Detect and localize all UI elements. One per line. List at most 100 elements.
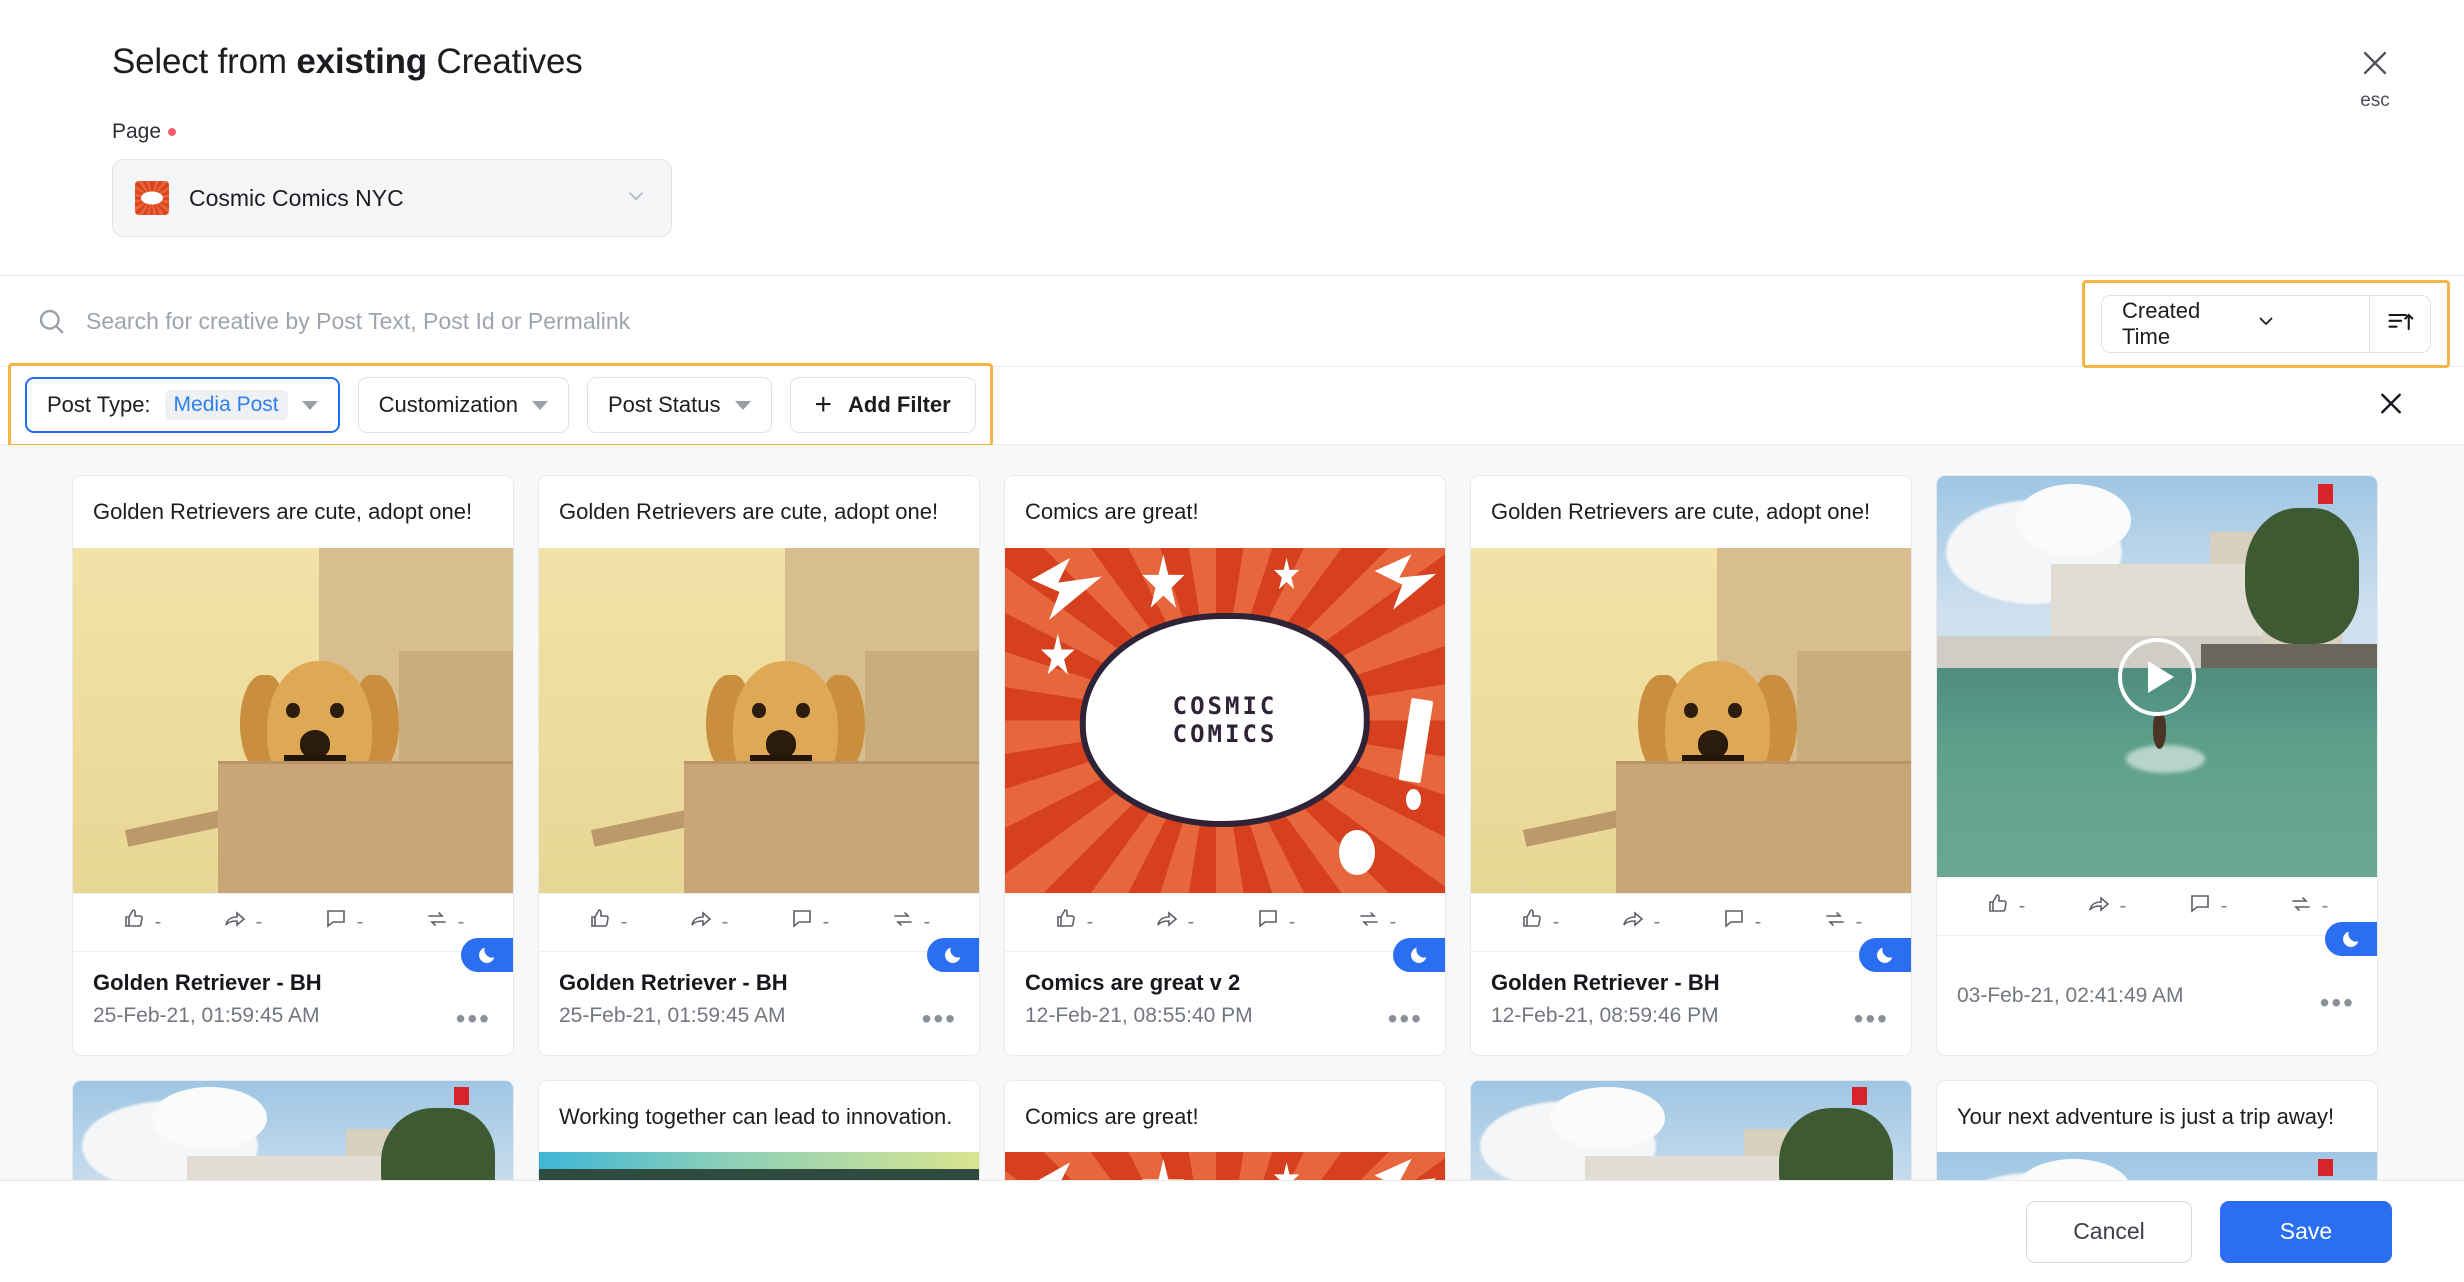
stat-comments: -: [324, 907, 363, 937]
cancel-button[interactable]: Cancel: [2026, 1200, 2192, 1263]
scheduled-badge: [2325, 922, 2377, 956]
creative-more-menu-button[interactable]: •••: [2320, 989, 2355, 1017]
filter-customization-label: Customization: [378, 392, 518, 417]
close-modal-button[interactable]: esc: [2358, 46, 2392, 112]
creative-footer: Golden Retriever - BH 12-Feb-21, 08:59:4…: [1471, 937, 1911, 1055]
dog-image: [1471, 547, 1911, 893]
filter-customization[interactable]: Customization: [357, 377, 569, 433]
stat-likes-value: -: [1552, 910, 1560, 933]
creative-footer: Golden Retriever - BH 25-Feb-21, 01:59:4…: [539, 937, 979, 1055]
creative-post-text: Working together can lead to innovation.: [559, 1103, 953, 1129]
stat-shares: -: [1155, 907, 1194, 937]
chevron-down-icon: [2254, 309, 2352, 339]
dog-image: [539, 547, 979, 893]
creative-card[interactable]: Golden Retrievers are cute, adopt one! -: [1470, 475, 1912, 1056]
add-filter-label: Add Filter: [848, 392, 951, 417]
page-title: Select from existing Creatives: [112, 42, 2464, 82]
share-icon: [223, 907, 247, 937]
stat-reposts: -: [1823, 907, 1862, 937]
title-post: Creatives: [427, 42, 583, 81]
stat-reposts-value: -: [2321, 895, 2329, 917]
stat-comments-value: -: [2220, 895, 2228, 917]
creative-name: Golden Retriever - BH: [93, 969, 322, 995]
sort-field-select[interactable]: Created Time: [2101, 295, 2369, 353]
thumbs-up-icon: [1986, 892, 2010, 922]
search-input[interactable]: [86, 307, 1686, 335]
creative-card[interactable]: Golden Retrievers are cute, adopt one! -: [538, 475, 980, 1056]
creative-more-menu-button[interactable]: •••: [922, 1004, 957, 1033]
creative-card[interactable]: Comics are great! COSMIC COMICS: [1004, 475, 1446, 1056]
sort-direction-button[interactable]: [2369, 295, 2431, 353]
creative-stats: - - - -: [1937, 877, 2377, 935]
chevron-down-icon: [623, 183, 649, 214]
creative-more-menu-button[interactable]: •••: [1854, 1004, 1889, 1033]
creative-footer: Comics are great v 2 12-Feb-21, 08:55:40…: [1005, 937, 1445, 1055]
comment-icon: [324, 907, 348, 937]
plus-icon: +: [814, 388, 833, 421]
stat-likes-value: -: [2018, 895, 2026, 917]
scheduled-badge: [461, 937, 513, 972]
search-bar: Created Time: [0, 275, 2464, 368]
creative-stats: - - - -: [1005, 892, 1445, 951]
repost-icon: [1357, 907, 1381, 937]
add-filter-button[interactable]: + Add Filter: [789, 377, 976, 433]
stat-shares-value: -: [1653, 910, 1661, 933]
stat-reposts: -: [425, 907, 464, 937]
sort-field-value: Created Time: [2122, 298, 2201, 349]
stat-likes: -: [1986, 892, 2026, 922]
thumbs-up-icon: [122, 907, 146, 937]
creatives-grid-area: Golden Retrievers are cute, adopt one! -: [0, 445, 2464, 1282]
modal-footer: Cancel Save: [0, 1180, 2464, 1282]
stat-comments: -: [2188, 892, 2228, 922]
share-icon: [1155, 907, 1179, 937]
creative-post-text: Your next adventure is just a trip away!: [1957, 1103, 2335, 1129]
creative-card[interactable]: Golden Retrievers are cute, adopt one! -: [72, 475, 514, 1056]
filter-post-type-value: Media Post: [164, 390, 288, 420]
close-icon: [2376, 393, 2406, 422]
creative-more-menu-button[interactable]: •••: [1388, 1004, 1423, 1033]
creative-post-text: Comics are great!: [1025, 499, 1199, 524]
moon-icon: [2340, 928, 2362, 950]
filter-post-status-label: Post Status: [608, 392, 721, 417]
clear-filters-button[interactable]: [2376, 388, 2406, 423]
creative-media: [539, 547, 979, 893]
filter-post-type-label: Post Type:: [47, 392, 151, 417]
stat-likes-value: -: [154, 910, 162, 933]
search-icon: [36, 306, 66, 336]
chevron-down-icon: [532, 400, 548, 410]
creative-media: [1937, 476, 2377, 877]
stat-reposts-value: -: [923, 910, 931, 933]
close-shortcut-label: esc: [2360, 90, 2390, 111]
filter-post-status[interactable]: Post Status: [587, 377, 772, 433]
play-video-button[interactable]: [2118, 637, 2196, 716]
comic-image: COSMIC COMICS: [1005, 547, 1445, 893]
scheduled-badge: [1859, 937, 1911, 972]
stat-reposts: -: [891, 907, 931, 937]
save-button[interactable]: Save: [2220, 1200, 2392, 1263]
stat-likes: -: [588, 907, 628, 937]
stat-reposts: -: [1357, 907, 1397, 937]
stat-comments-value: -: [1288, 910, 1296, 933]
stat-comments-value: -: [1754, 910, 1762, 933]
page-select-value: Cosmic Comics NYC: [189, 184, 404, 211]
select-creatives-modal: Select from existing Creatives Page Cosm…: [0, 0, 2464, 1282]
creative-post-text: Golden Retrievers are cute, adopt one!: [1491, 499, 1871, 524]
moon-icon: [942, 944, 964, 966]
creative-date: 12-Feb-21, 08:55:40 PM: [1025, 1003, 1253, 1027]
filter-post-type[interactable]: Post Type: Media Post: [25, 377, 340, 433]
page-field-label: Page: [112, 120, 2464, 144]
stat-reposts: -: [2289, 892, 2329, 922]
creative-card[interactable]: - - - - 03-Feb-21, 02:41:49 AM •••: [1936, 475, 2378, 1056]
repost-icon: [2289, 892, 2313, 922]
share-icon: [1621, 907, 1645, 937]
stat-reposts-value: -: [1389, 910, 1397, 933]
filter-bar: Post Type: Media Post Customization Post…: [0, 363, 2464, 447]
creatives-grid: Golden Retrievers are cute, adopt one! -: [72, 475, 2392, 1282]
filter-group-highlight: Post Type: Media Post Customization Post…: [8, 363, 993, 447]
chevron-down-icon: [734, 400, 751, 410]
stat-likes-value: -: [620, 910, 628, 933]
modal-header: Select from existing Creatives Page Cosm…: [0, 0, 2464, 237]
creative-more-menu-button[interactable]: •••: [456, 1004, 491, 1033]
creative-post-text: Golden Retrievers are cute, adopt one!: [93, 499, 473, 524]
page-select-dropdown[interactable]: Cosmic Comics NYC: [112, 159, 672, 237]
